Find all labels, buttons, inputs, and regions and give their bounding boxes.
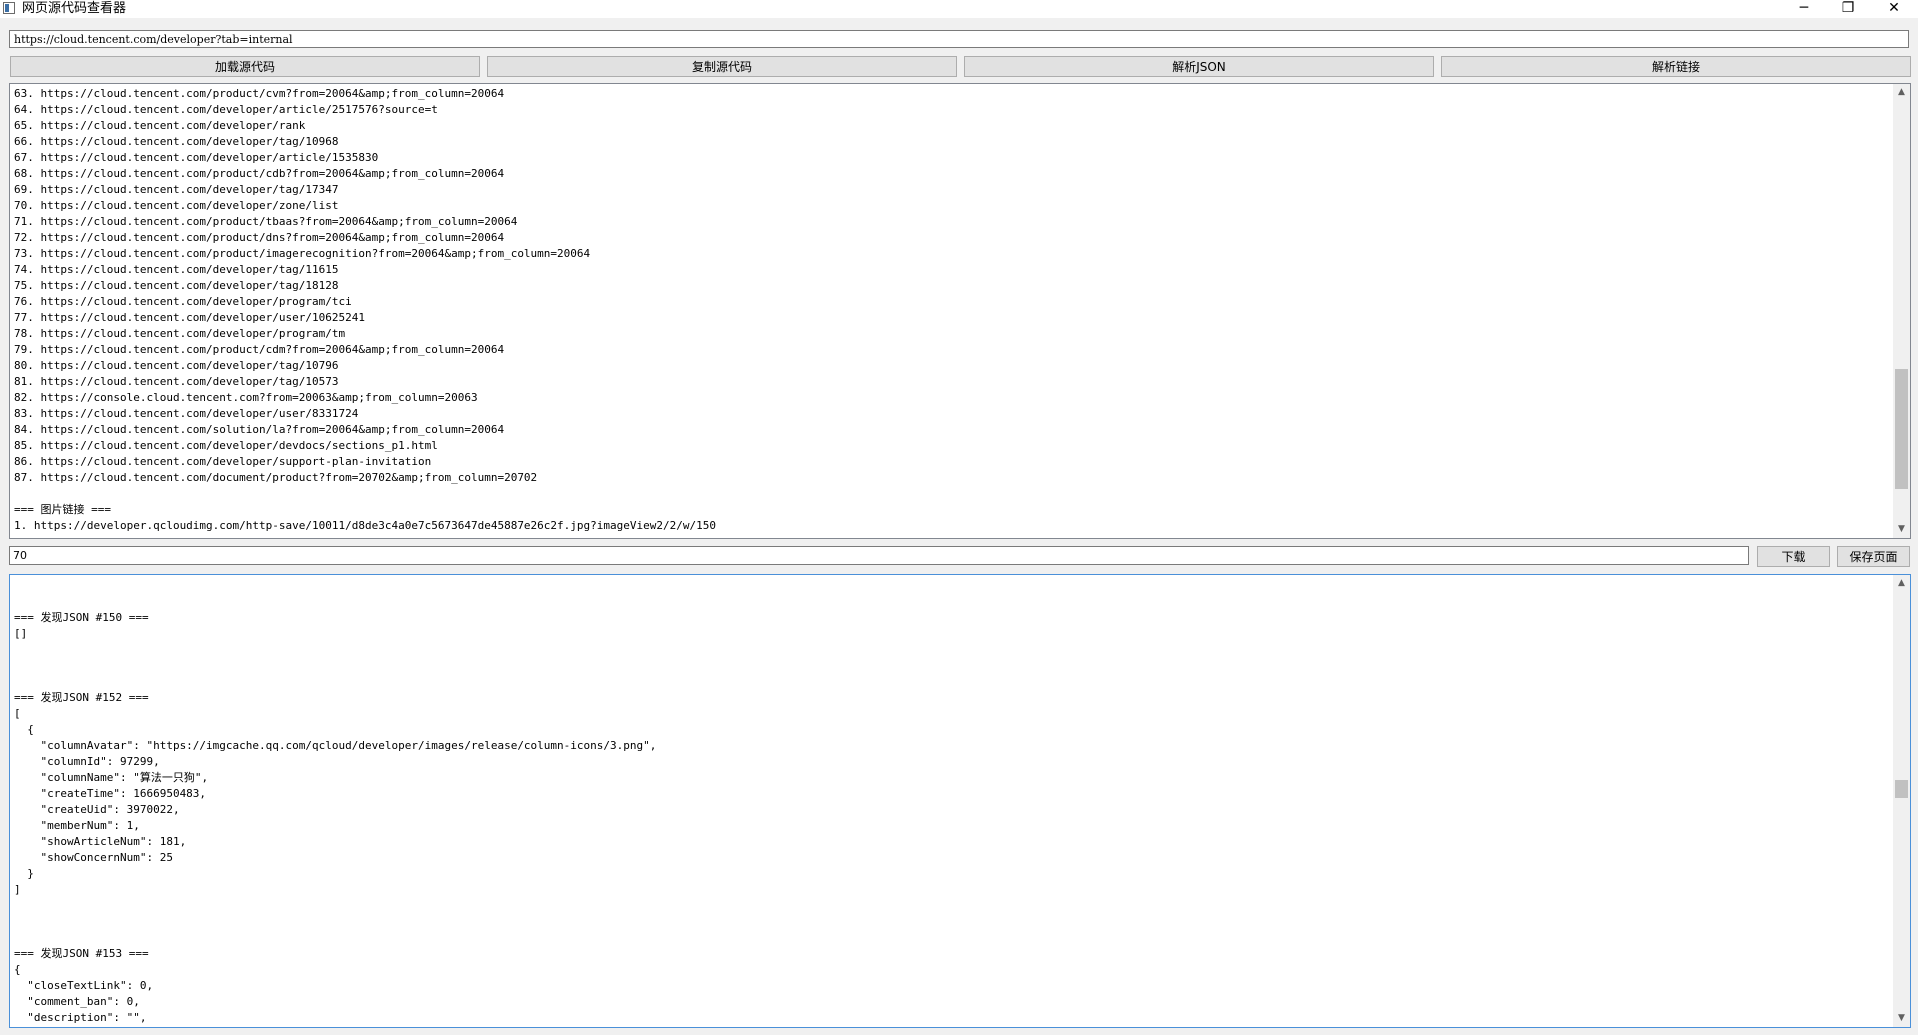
text-line: === 发现JSON #152 === [14, 691, 149, 704]
text-line: 77. https://cloud.tencent.com/developer/… [14, 311, 365, 324]
text-line: { [14, 963, 21, 976]
text-line: "comment_ban": 0, [14, 995, 140, 1008]
text-line: "columnAvatar": "https://imgcache.qq.com… [14, 739, 657, 752]
links-text: 63. https://cloud.tencent.com/product/cv… [14, 86, 1890, 538]
scroll-down-icon[interactable]: ▼ [1893, 521, 1910, 538]
app-icon [3, 2, 15, 14]
text-line: 82. https://console.cloud.tencent.com?fr… [14, 391, 478, 404]
number-input[interactable] [9, 546, 1749, 565]
text-line: 81. https://cloud.tencent.com/developer/… [14, 375, 339, 388]
text-line: 75. https://cloud.tencent.com/developer/… [14, 279, 339, 292]
text-line: } [14, 867, 34, 880]
text-line [14, 486, 1890, 502]
text-line: 80. https://cloud.tencent.com/developer/… [14, 359, 339, 372]
text-line: "columnName": "算法一只狗", [14, 771, 209, 784]
text-line: "createUid": 3970022, [14, 803, 180, 816]
text-line: 1. https://developer.qcloudimg.com/http-… [14, 519, 716, 532]
text-line: 68. https://cloud.tencent.com/product/cd… [14, 167, 505, 180]
text-line: 65. https://cloud.tencent.com/developer/… [14, 119, 306, 132]
text-line: === 图片链接 === [14, 503, 111, 516]
text-line: ] [14, 883, 21, 896]
json-text: === 发现JSON #150 === [] === 发现JSON #152 ==… [14, 578, 1890, 1027]
text-line: 63. https://cloud.tencent.com/product/cv… [14, 87, 505, 100]
json-scrollbar[interactable]: ▲ ▼ [1893, 575, 1910, 1027]
window-title: 网页源代码查看器 [22, 1, 127, 16]
text-line: "memberNum": 1, [14, 819, 140, 832]
scroll-down-icon[interactable]: ▼ [1893, 1010, 1910, 1027]
parse-json-button[interactable]: 解析JSON [964, 56, 1434, 77]
save-page-button[interactable]: 保存页面 [1837, 546, 1910, 567]
text-line [14, 914, 1890, 930]
scrollbar-thumb[interactable] [1895, 369, 1908, 489]
links-output-pane[interactable]: 63. https://cloud.tencent.com/product/cv… [9, 83, 1911, 539]
text-line: [ [14, 707, 21, 720]
text-line: 79. https://cloud.tencent.com/product/cd… [14, 343, 505, 356]
text-line: === 发现JSON #150 === [14, 611, 149, 624]
text-line: 83. https://cloud.tencent.com/developer/… [14, 407, 359, 420]
copy-source-button[interactable]: 复制源代码 [487, 56, 957, 77]
text-line: 69. https://cloud.tencent.com/developer/… [14, 183, 339, 196]
download-button[interactable]: 下载 [1757, 546, 1830, 567]
text-line [14, 898, 1890, 914]
text-line: "showArticleNum": 181, [14, 835, 187, 848]
text-line: 73. https://cloud.tencent.com/product/im… [14, 247, 591, 260]
text-line: 66. https://cloud.tencent.com/developer/… [14, 135, 339, 148]
text-line [14, 930, 1890, 946]
text-line: === 发现JSON #153 === [14, 947, 149, 960]
text-line: "showConcernNum": 25 [14, 851, 173, 864]
text-line [14, 578, 1890, 594]
json-output-pane[interactable]: === 发现JSON #150 === [] === 发现JSON #152 ==… [9, 574, 1911, 1028]
url-input[interactable] [9, 30, 1909, 48]
scroll-up-icon[interactable]: ▲ [1893, 84, 1910, 101]
minimize-button[interactable]: ─ [1782, 0, 1826, 18]
text-line [14, 594, 1890, 610]
scroll-up-icon[interactable]: ▲ [1893, 575, 1910, 592]
text-line: "columnId": 97299, [14, 755, 160, 768]
text-line: 86. https://cloud.tencent.com/developer/… [14, 455, 432, 468]
text-line: 85. https://cloud.tencent.com/developer/… [14, 439, 438, 452]
app-window: 网页源代码查看器 ─ ❐ ✕ 加载源代码 复制源代码 解析JSON 解析链接 6… [0, 0, 1918, 1035]
title-bar: 网页源代码查看器 ─ ❐ ✕ [0, 0, 1918, 18]
text-line: 84. https://cloud.tencent.com/solution/l… [14, 423, 505, 436]
text-line: 74. https://cloud.tencent.com/developer/… [14, 263, 339, 276]
text-line: "description": "", [14, 1011, 147, 1024]
text-line: 70. https://cloud.tencent.com/developer/… [14, 199, 339, 212]
parse-links-button[interactable]: 解析链接 [1441, 56, 1911, 77]
text-line: 64. https://cloud.tencent.com/developer/… [14, 103, 438, 116]
text-line [14, 674, 1890, 690]
text-line: 78. https://cloud.tencent.com/developer/… [14, 327, 346, 340]
text-line [14, 642, 1890, 658]
text-line: "closeTextLink": 0, [14, 979, 154, 992]
text-line: [] [14, 627, 28, 640]
restore-button[interactable]: ❐ [1826, 0, 1870, 18]
text-line: 72. https://cloud.tencent.com/product/dn… [14, 231, 505, 244]
text-line: { [14, 723, 34, 736]
text-line: "focusRead": 0, [14, 1026, 1890, 1027]
load-source-button[interactable]: 加载源代码 [10, 56, 480, 77]
links-scrollbar[interactable]: ▲ ▼ [1893, 84, 1910, 538]
text-line: "createTime": 1666950483, [14, 787, 207, 800]
close-button[interactable]: ✕ [1872, 0, 1916, 18]
text-line [14, 658, 1890, 674]
text-line: 76. https://cloud.tencent.com/developer/… [14, 295, 352, 308]
text-line: 71. https://cloud.tencent.com/product/tb… [14, 215, 518, 228]
scrollbar-thumb[interactable] [1895, 780, 1908, 798]
text-line: 67. https://cloud.tencent.com/developer/… [14, 151, 379, 164]
text-line: 87. https://cloud.tencent.com/document/p… [14, 471, 538, 484]
